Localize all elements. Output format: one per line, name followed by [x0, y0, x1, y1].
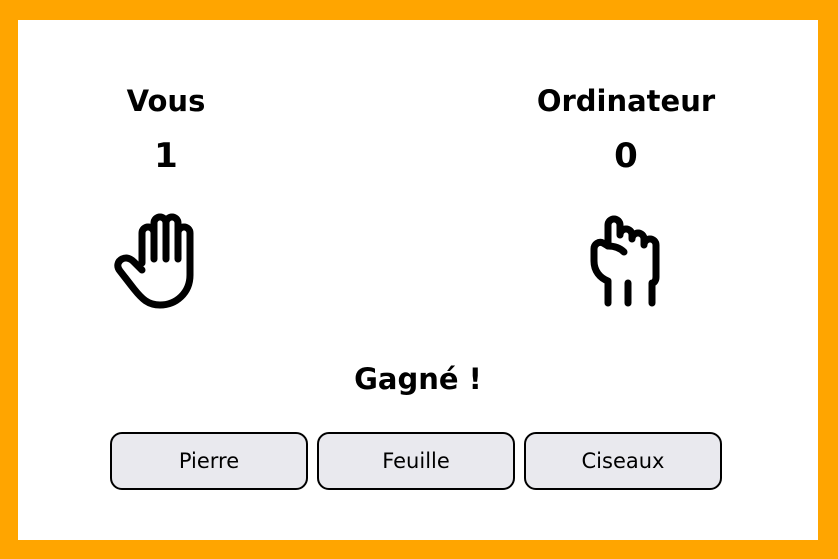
rock-button[interactable]: Pierre	[110, 432, 308, 490]
computer-label: Ordinateur	[536, 84, 716, 118]
player-label: Vous	[126, 84, 206, 118]
paper-button[interactable]: Feuille	[317, 432, 515, 490]
player-score: 1	[154, 136, 178, 176]
game-panel: Vous 1 Ordinateur 0 Gagné ! Pierre Feuil…	[18, 20, 818, 540]
open-hand-paper-icon	[112, 205, 222, 315]
raised-fist-rock-icon	[568, 205, 678, 315]
choice-buttons: Pierre Feuille Ciseaux	[110, 432, 730, 492]
scissors-button[interactable]: Ciseaux	[524, 432, 722, 490]
computer-score: 0	[614, 136, 638, 176]
result-text: Gagné !	[354, 362, 482, 396]
game-frame: Vous 1 Ordinateur 0 Gagné ! Pierre Feuil…	[0, 0, 838, 559]
